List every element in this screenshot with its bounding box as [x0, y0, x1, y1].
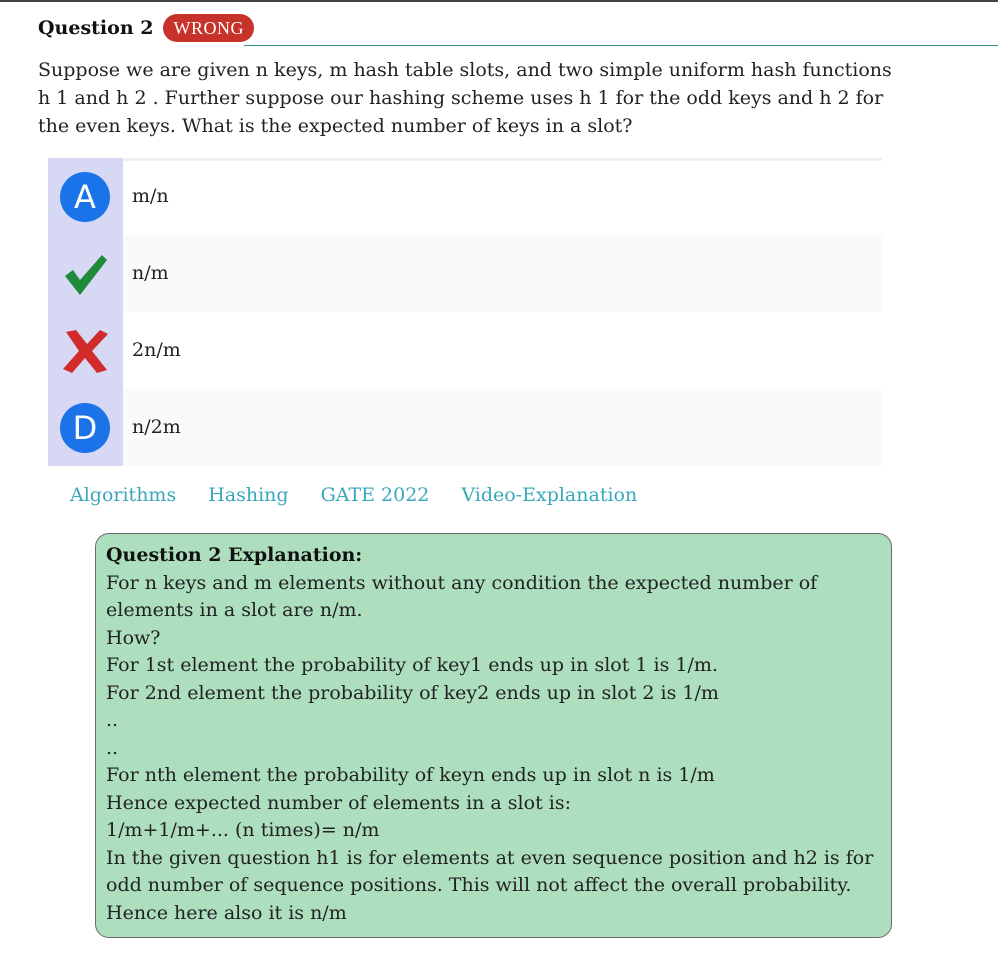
explanation-box: Question 2 Explanation: For n keys and m… [95, 533, 892, 938]
explanation-line: .. [106, 736, 119, 759]
explanation-line: How? [106, 626, 161, 649]
option-a-icon[interactable]: A [60, 172, 110, 222]
cross-icon[interactable] [60, 326, 110, 376]
status-badge: WRONG [163, 14, 254, 42]
option-label: 2n/m [132, 339, 181, 361]
question-title: Question 2 [38, 17, 154, 39]
option-a[interactable]: A m/n [48, 158, 882, 235]
tag-gate-2022[interactable]: GATE 2022 [321, 484, 430, 506]
explanation-line: Hence here also it is n/m [106, 901, 347, 924]
header-divider [244, 45, 998, 46]
explanation-line: For 2nd element the probability of key2 … [106, 681, 719, 704]
option-c[interactable]: 2n/m [48, 312, 882, 389]
tag-hashing[interactable]: Hashing [208, 484, 288, 506]
explanation-title: Question 2 Explanation: [106, 544, 363, 566]
question-header: Question 2 WRONG [38, 13, 254, 43]
explanation-line: Hence expected number of elements in a s… [106, 791, 571, 814]
explanation-line: .. [106, 709, 119, 731]
tags-row: Algorithms Hashing GATE 2022 Video-Expla… [70, 484, 637, 506]
explanation-line: In the given question h1 is for elements… [106, 846, 880, 897]
explanation-line: For 1st element the probability of key1 … [106, 654, 718, 676]
option-b[interactable]: n/m [48, 235, 882, 312]
tag-video-explanation[interactable]: Video-Explanation [461, 484, 637, 506]
option-d[interactable]: D n/2m [48, 389, 882, 466]
option-row[interactable] [123, 158, 882, 235]
option-label: n/m [132, 262, 169, 284]
checkmark-icon[interactable] [60, 249, 110, 299]
explanation-line: For nth element the probability of keyn … [106, 764, 715, 786]
tag-algorithms[interactable]: Algorithms [70, 484, 176, 506]
option-label: m/n [132, 185, 169, 207]
top-border [0, 0, 998, 2]
explanation-line: 1/m+1/m+... (n times)= n/m [106, 819, 380, 841]
option-row[interactable] [123, 389, 882, 466]
option-label: n/2m [132, 416, 181, 438]
option-row[interactable] [123, 312, 882, 389]
explanation-line: For n keys and m elements without any co… [106, 571, 824, 622]
question-text: Suppose we are given n keys, m hash tabl… [38, 59, 892, 137]
option-d-icon[interactable]: D [60, 403, 110, 453]
options-list: A m/n n/m 2n/m D n/2m [48, 158, 882, 466]
option-row[interactable] [123, 235, 882, 312]
